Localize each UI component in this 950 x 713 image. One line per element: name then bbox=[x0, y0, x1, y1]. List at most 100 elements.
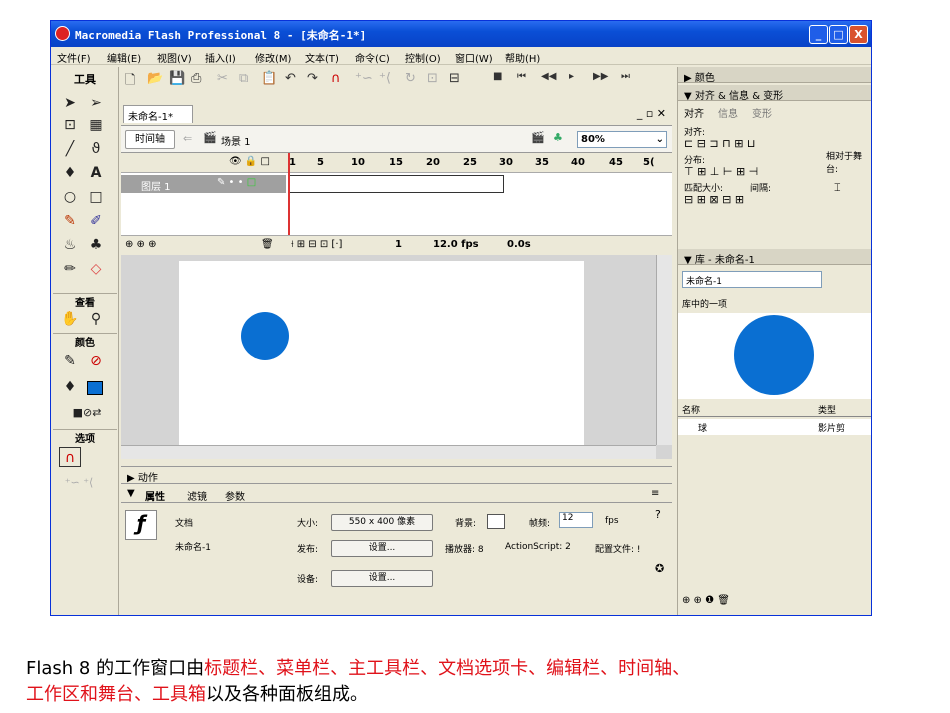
onion-skin-icons[interactable]: ⟊ ⊞ ⊟ ⊡ [·] bbox=[291, 239, 342, 250]
frame-rate-input[interactable]: 12 bbox=[559, 512, 593, 528]
menu-help[interactable]: 帮助(H) bbox=[505, 50, 540, 65]
snap-icon[interactable]: ∩ bbox=[331, 71, 341, 86]
copy-icon[interactable]: ⧉ bbox=[239, 71, 248, 86]
rewind-icon[interactable]: ⏮ bbox=[517, 71, 526, 82]
collapse-icon[interactable]: ▼ bbox=[127, 488, 135, 499]
menu-modify[interactable]: 修改(M) bbox=[255, 50, 291, 65]
timeline-toggle-button[interactable]: 时间轴 bbox=[125, 130, 175, 149]
free-transform-tool-icon[interactable]: ⊡ bbox=[59, 115, 81, 135]
step-forward-icon[interactable]: ▶▶ bbox=[593, 71, 608, 82]
accessibility-icon[interactable]: ✪ bbox=[655, 562, 664, 575]
layer-row[interactable]: 图层 1 ✎ • • □ bbox=[121, 175, 286, 193]
stroke-swatch-icon[interactable]: ⊘ bbox=[85, 351, 107, 371]
column-name[interactable]: 名称 bbox=[682, 403, 700, 416]
new-file-icon[interactable]: 🗋 bbox=[125, 71, 135, 93]
arrow-tool-icon[interactable]: ➤ bbox=[59, 93, 81, 113]
stroke-color-icon[interactable]: ✎ bbox=[59, 351, 81, 371]
redo-icon[interactable]: ↷ bbox=[307, 71, 318, 86]
subselect-tool-icon[interactable]: ➢ bbox=[85, 93, 107, 113]
text-tool-icon[interactable]: A bbox=[85, 163, 107, 183]
tab-info[interactable]: 信息 bbox=[718, 105, 738, 120]
doc-window-controls-icon[interactable]: _ ▫ ✕ bbox=[637, 107, 666, 120]
menu-edit[interactable]: 编辑(E) bbox=[107, 50, 141, 65]
menu-view[interactable]: 视图(V) bbox=[157, 50, 192, 65]
rotate-icon[interactable]: ↻ bbox=[405, 71, 416, 86]
library-panel-header[interactable]: ▼ 库 - 未命名-1 bbox=[678, 249, 871, 266]
tab-parameters[interactable]: 参数 bbox=[225, 488, 245, 503]
distribute-buttons-icons[interactable]: ⊤ ⊞ ⊥ ⊢ ⊞ ⊣ bbox=[684, 165, 758, 178]
tab-properties[interactable]: 属性 bbox=[145, 488, 165, 503]
background-color-swatch[interactable] bbox=[487, 514, 505, 529]
library-select[interactable]: 未命名-1 bbox=[682, 271, 822, 288]
menu-window[interactable]: 窗口(W) bbox=[455, 50, 493, 65]
menu-file[interactable]: 文件(F) bbox=[57, 50, 91, 65]
paint-bucket-tool-icon[interactable]: ♣ bbox=[85, 235, 107, 255]
color-panel-header[interactable]: ▶ 颜色 bbox=[678, 67, 871, 84]
step-back-icon[interactable]: ◀◀ bbox=[541, 71, 556, 82]
line-tool-icon[interactable]: ╱ bbox=[59, 139, 81, 159]
pen-tool-icon[interactable]: ♦ bbox=[59, 163, 81, 183]
edit-symbols-icon[interactable]: ♣ bbox=[553, 131, 563, 144]
cut-icon[interactable]: ✂ bbox=[217, 71, 228, 86]
brush-tool-icon[interactable]: ✐ bbox=[85, 211, 107, 231]
minimize-button[interactable]: _ bbox=[809, 25, 828, 44]
actions-panel-header[interactable]: ▶ 动作 bbox=[121, 466, 672, 484]
hand-tool-icon[interactable]: ✋ bbox=[59, 309, 81, 329]
eraser-tool-icon[interactable]: ◇ bbox=[85, 259, 107, 279]
stop-icon[interactable]: ■ bbox=[493, 71, 502, 82]
menu-commands[interactable]: 命令(C) bbox=[355, 50, 390, 65]
eye-lock-outline-icons[interactable]: 👁 🔒 □ bbox=[229, 156, 270, 167]
layer-status-icons[interactable]: ✎ • • □ bbox=[217, 177, 256, 188]
fill-transform-tool-icon[interactable]: ▦ bbox=[85, 115, 107, 135]
ink-bottle-tool-icon[interactable]: ♨ bbox=[59, 235, 81, 255]
menu-control[interactable]: 控制(O) bbox=[405, 50, 441, 65]
panel-menu-icon[interactable]: ≡ bbox=[651, 488, 659, 499]
undo-icon[interactable]: ↶ bbox=[285, 71, 296, 86]
align-panel-header[interactable]: ▼ 对齐 & 信息 & 变形 bbox=[678, 85, 871, 102]
snap-magnet-icon[interactable]: ∩ bbox=[59, 447, 81, 467]
playhead[interactable] bbox=[288, 153, 290, 235]
zoom-tool-icon[interactable]: ⚲ bbox=[85, 309, 107, 329]
scale-icon[interactable]: ⊡ bbox=[427, 71, 438, 86]
add-layer-icons[interactable]: ⊕ ⊕ ⊕ bbox=[125, 239, 157, 250]
horizontal-scrollbar[interactable] bbox=[121, 445, 656, 459]
device-settings-button[interactable]: 设置... bbox=[331, 570, 433, 587]
trash-icon[interactable]: 🗑 bbox=[261, 239, 274, 250]
library-item-row[interactable]: 球 影片剪 bbox=[678, 419, 871, 435]
fill-swatch[interactable] bbox=[87, 381, 103, 395]
tab-transform[interactable]: 变形 bbox=[752, 105, 772, 120]
tab-align[interactable]: 对齐 bbox=[684, 105, 704, 120]
match-size-icons[interactable]: ⊟ ⊞ ⊠ ⊟ ⊞ bbox=[684, 193, 744, 206]
back-arrow-icon[interactable]: ⇐ bbox=[183, 132, 192, 145]
document-tab[interactable]: 未命名-1* bbox=[123, 105, 193, 123]
smooth-straighten-icons[interactable]: ⁺∽ ⁺⟨ bbox=[59, 473, 99, 493]
fill-color-icon[interactable]: ♦ bbox=[59, 377, 81, 397]
help-icon[interactable]: ? bbox=[655, 508, 661, 521]
zoom-select[interactable]: 80% ⌄ bbox=[577, 131, 667, 148]
align-buttons-icons[interactable]: ⊏ ⊟ ⊐ ⊓ ⊞ ⊔ bbox=[684, 137, 756, 150]
eyedropper-tool-icon[interactable]: ✏ bbox=[59, 259, 81, 279]
save-icon[interactable]: 💾 bbox=[169, 71, 185, 86]
tab-filters[interactable]: 滤镜 bbox=[187, 488, 207, 503]
library-footer-icons[interactable]: ⊕ ⊕ ❶ 🗑 bbox=[682, 595, 730, 606]
keyframe-span[interactable] bbox=[288, 175, 504, 193]
maximize-button[interactable]: □ bbox=[829, 25, 848, 44]
menu-insert[interactable]: 插入(I) bbox=[205, 50, 236, 65]
work-area[interactable] bbox=[121, 255, 672, 459]
vertical-scrollbar[interactable] bbox=[656, 255, 672, 445]
rectangle-tool-icon[interactable]: □ bbox=[85, 187, 107, 207]
pencil-tool-icon[interactable]: ✎ bbox=[59, 211, 81, 231]
smooth-icon[interactable]: ⁺∽ bbox=[355, 71, 373, 86]
paste-icon[interactable]: 📋 bbox=[261, 71, 277, 86]
publish-settings-button[interactable]: 设置... bbox=[331, 540, 433, 557]
edit-scene-icon[interactable]: 🎬 bbox=[531, 131, 545, 144]
to-stage-button-icon[interactable]: ⌶ bbox=[834, 181, 841, 195]
ball-circle[interactable] bbox=[241, 312, 289, 360]
lasso-tool-icon[interactable]: ϑ bbox=[85, 139, 107, 159]
print-icon[interactable]: ⎙ bbox=[191, 71, 201, 86]
close-button[interactable]: X bbox=[849, 25, 868, 44]
align-icon[interactable]: ⊟ bbox=[449, 71, 460, 86]
straighten-icon[interactable]: ⁺⟨ bbox=[379, 71, 391, 86]
column-type[interactable]: 类型 bbox=[818, 403, 836, 416]
go-to-end-icon[interactable]: ⏭ bbox=[621, 71, 630, 82]
